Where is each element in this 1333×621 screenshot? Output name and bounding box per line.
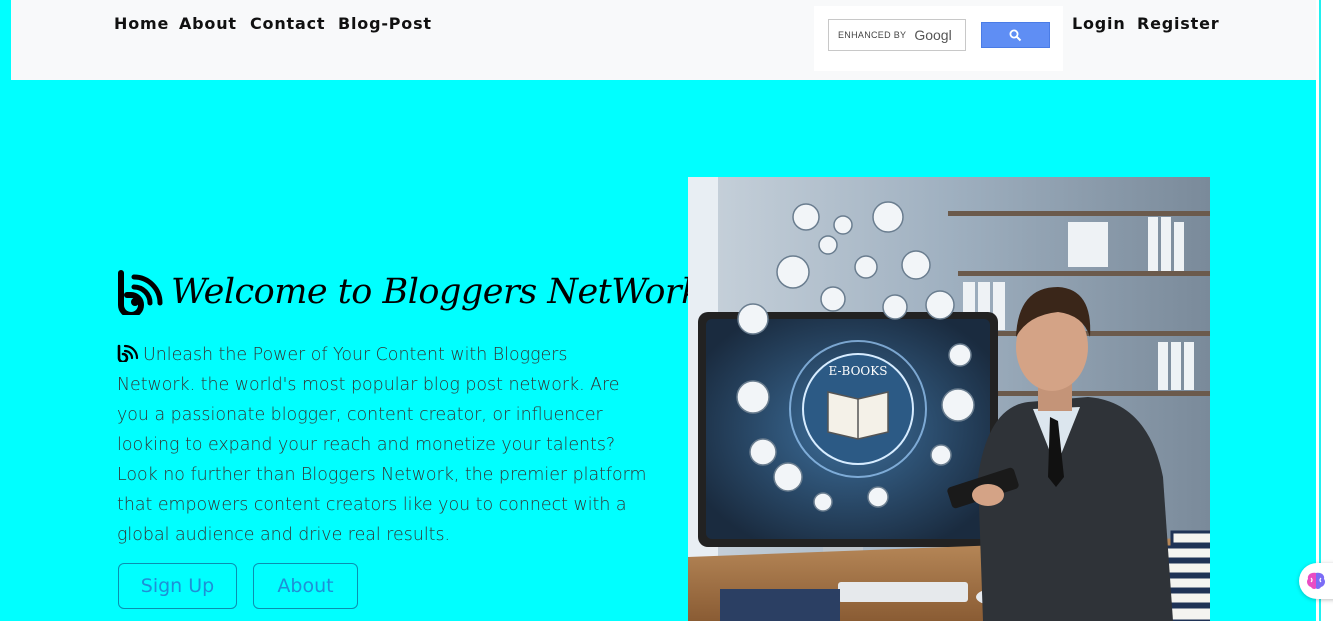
about-button[interactable]: About <box>253 563 358 609</box>
blogger-logo-small-icon <box>117 344 139 362</box>
search-icon <box>1009 29 1022 41</box>
nav-about-link[interactable]: About <box>179 14 237 33</box>
hero-description-text: Unleash the Power of Your Content with B… <box>117 345 647 545</box>
navbar: Home About Contact Blog-Post ENHANCED BY… <box>11 0 1316 80</box>
login-link[interactable]: Login <box>1072 14 1126 33</box>
scrollbar-thumb[interactable] <box>1319 0 1321 621</box>
register-link[interactable]: Register <box>1137 14 1219 33</box>
nav-home-link[interactable]: Home <box>114 14 169 33</box>
scrollbar[interactable] <box>1316 0 1333 621</box>
search-input[interactable]: ENHANCED BY Googl <box>828 19 966 51</box>
ebooks-label: E-BOOKS <box>829 364 888 378</box>
search-button[interactable] <box>981 22 1050 48</box>
hero-description: Unleash the Power of Your Content with B… <box>117 340 647 550</box>
nav-contact-link[interactable]: Contact <box>250 14 325 33</box>
sign-up-button[interactable]: Sign Up <box>118 563 237 609</box>
brain-icon <box>1307 572 1325 589</box>
floating-widget[interactable] <box>1299 563 1333 599</box>
hero-title-text: Welcome to Bloggers NetWork <box>171 272 702 312</box>
enhanced-by-label: ENHANCED BY <box>838 30 907 40</box>
google-search-box: ENHANCED BY Googl <box>814 6 1063 71</box>
hero-title: Welcome to Bloggers NetWork <box>117 264 702 320</box>
nav-blog-post-link[interactable]: Blog-Post <box>338 14 432 33</box>
hero-image: E-BOOKS <box>688 177 1210 621</box>
blogger-logo-icon <box>118 270 163 315</box>
google-brand-label: Googl <box>914 27 952 43</box>
